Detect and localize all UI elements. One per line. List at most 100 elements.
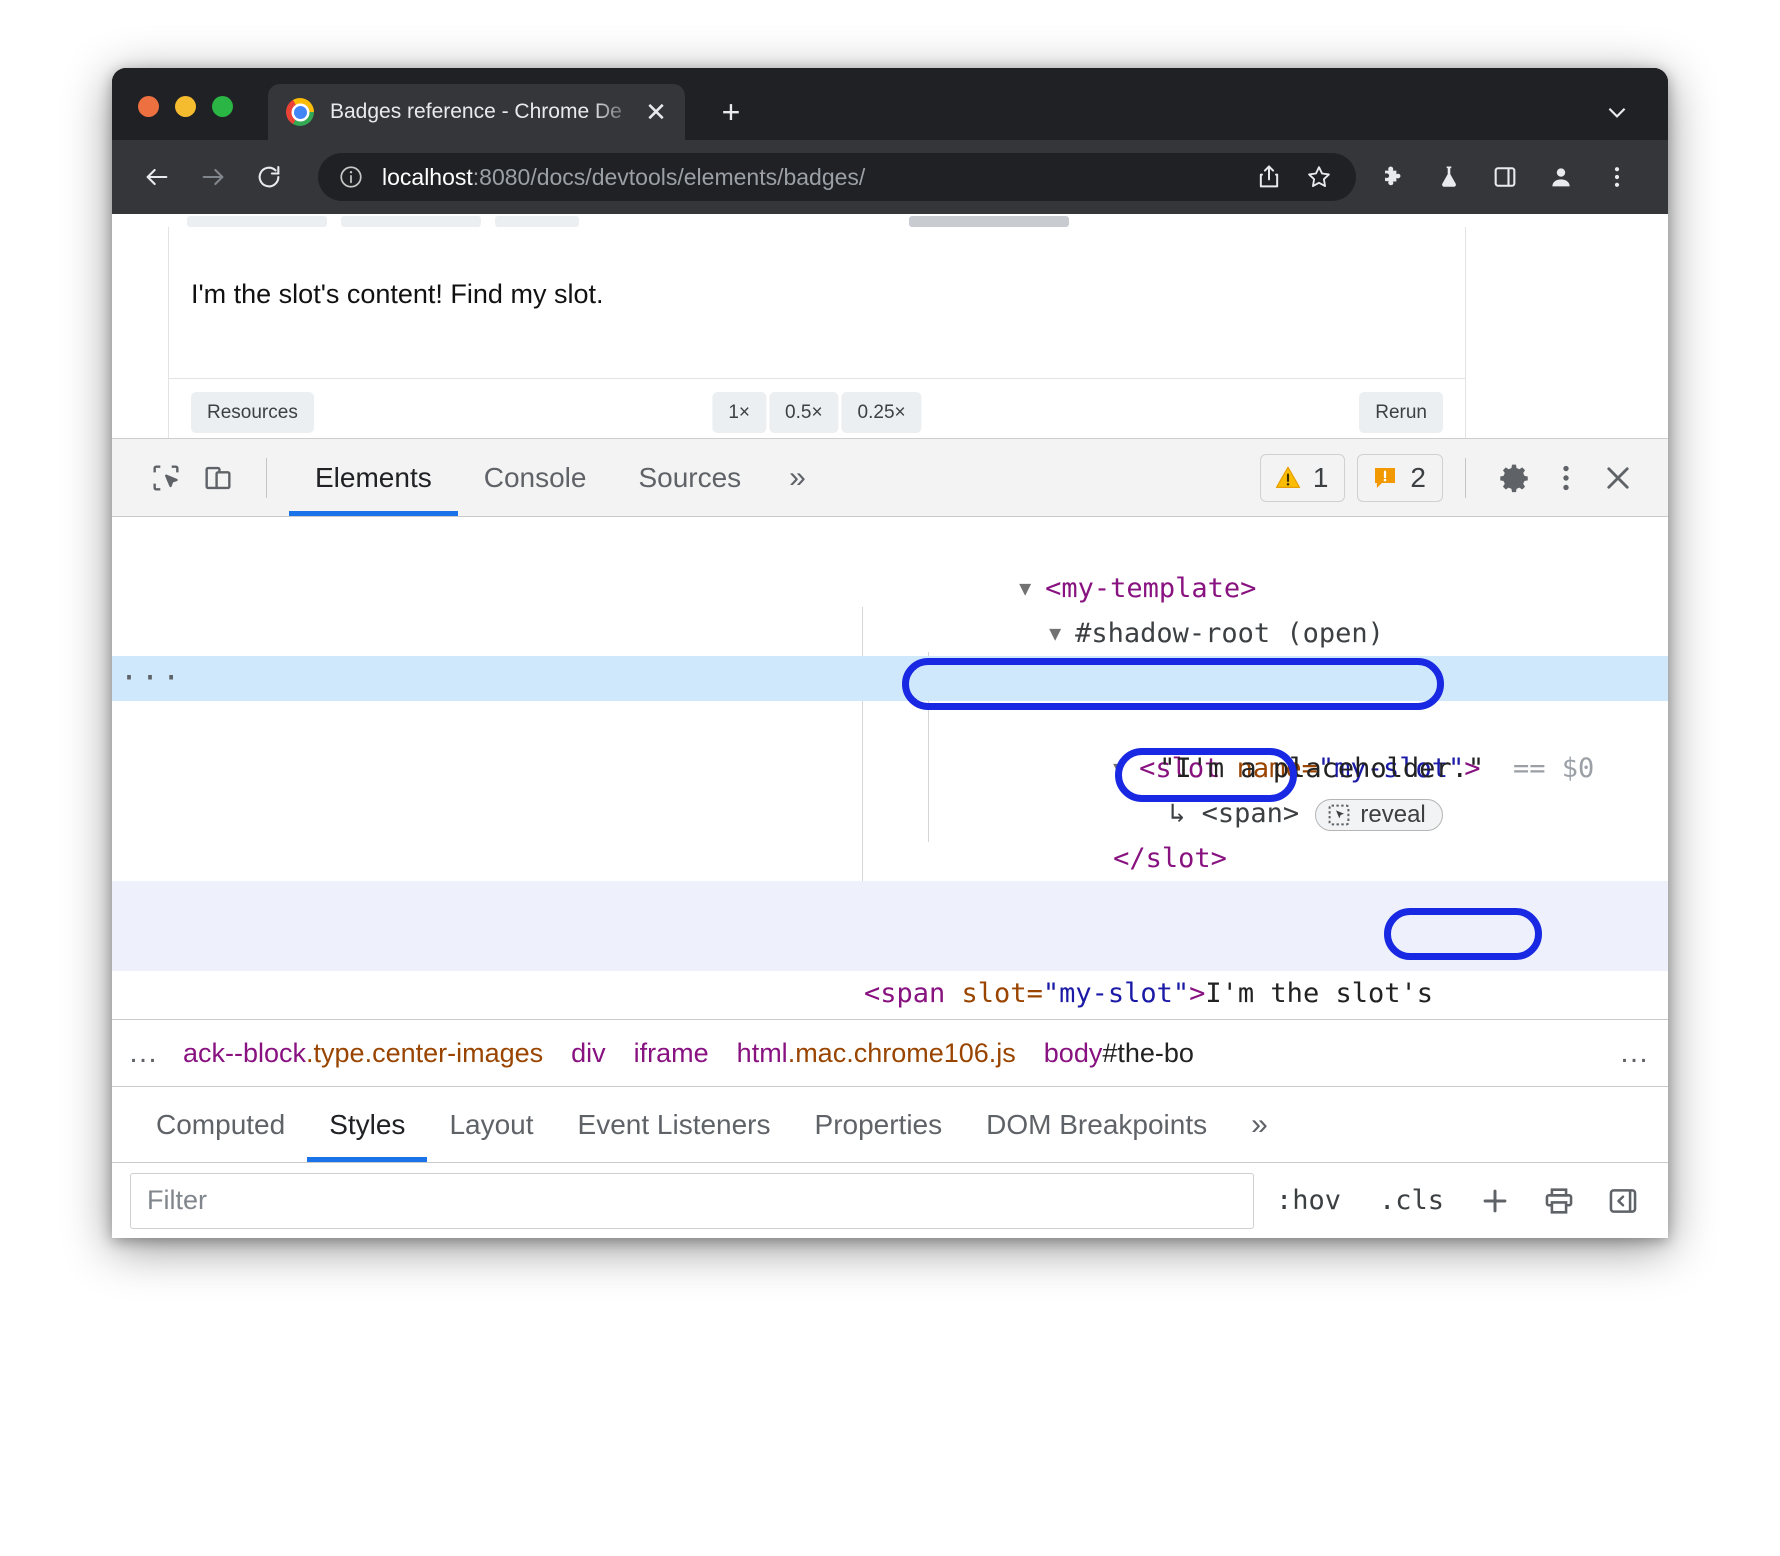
tab-event-listeners[interactable]: Event Listeners	[556, 1087, 793, 1162]
tab-dom-breakpoints[interactable]: DOM Breakpoints	[964, 1087, 1229, 1162]
tab-computed[interactable]: Computed	[134, 1087, 307, 1162]
resources-button[interactable]: Resources	[191, 392, 314, 433]
print-style-icon[interactable]	[1530, 1172, 1588, 1230]
inspect-element-icon[interactable]	[140, 452, 192, 504]
more-tabs-icon[interactable]: »	[767, 461, 828, 495]
rerun-button[interactable]: Rerun	[1359, 392, 1443, 433]
demo-embed: I'm the slot's content! Find my slot. Re…	[168, 227, 1466, 446]
close-icon[interactable]	[1592, 452, 1644, 504]
breadcrumb-right-ellipsis[interactable]: …	[1603, 1020, 1668, 1086]
stub-3	[495, 216, 579, 227]
breadcrumb: … ack--block.type.center-images div ifra…	[112, 1019, 1668, 1087]
breadcrumb-item-0[interactable]: ack--block.type.center-images	[169, 1038, 557, 1069]
kebab-menu-icon[interactable]	[1540, 452, 1592, 504]
warning-badge[interactable]: 1	[1260, 454, 1346, 502]
dom-row-shadow-root[interactable]: ▼#shadow-root (open)	[112, 566, 1668, 611]
breadcrumb-item-3[interactable]: html.mac.chrome106.js	[723, 1038, 1030, 1069]
tab-title: Badges reference - Chrome De	[330, 100, 641, 124]
url-path: :8080/docs/devtools/elements/badges/	[473, 164, 866, 190]
tab-elements[interactable]: Elements	[289, 439, 458, 516]
search-input[interactable]	[130, 1173, 1254, 1229]
omnibox-actions	[1248, 154, 1340, 200]
breadcrumb-classes-3: .mac.chrome106.js	[788, 1038, 1016, 1068]
kebab-menu-icon[interactable]	[1594, 154, 1640, 200]
share-icon[interactable]	[1248, 154, 1290, 200]
zoom-buttons: 1× 0.5× 0.25×	[712, 392, 921, 433]
address-bar[interactable]: localhost:8080/docs/devtools/elements/ba…	[318, 153, 1356, 201]
browser-toolbar: localhost:8080/docs/devtools/elements/ba…	[112, 140, 1668, 214]
close-icon[interactable]: ✕	[641, 97, 671, 127]
hov-button[interactable]: :hov	[1260, 1185, 1357, 1216]
breadcrumb-left-ellipsis[interactable]: …	[112, 1036, 177, 1070]
breadcrumb-item-2[interactable]: iframe	[620, 1038, 723, 1069]
demo-top-stubs	[169, 216, 1465, 227]
reload-icon[interactable]	[246, 154, 292, 200]
breadcrumb-item-1[interactable]: div	[557, 1038, 620, 1069]
tab-strip: Badges reference - Chrome De ✕ +	[112, 68, 1668, 140]
dom-row-slot-open[interactable]: ··· ▼<slot name="my-slot"> == $0	[112, 656, 1668, 701]
stub-2	[341, 216, 481, 227]
demo-output-frame: I'm the slot's content! Find my slot.	[169, 227, 1465, 379]
breadcrumb-name-3: html	[737, 1038, 788, 1068]
puzzle-piece-icon[interactable]	[1370, 154, 1416, 200]
tab-properties[interactable]: Properties	[793, 1087, 965, 1162]
flask-icon[interactable]	[1426, 154, 1472, 200]
breadcrumb-classes-0: .type.center-images	[306, 1038, 543, 1068]
issue-speech-bubble-icon	[1370, 463, 1400, 493]
window-controls	[138, 96, 233, 117]
tab-layout[interactable]: Layout	[427, 1087, 555, 1162]
device-toolbar-icon[interactable]	[192, 452, 244, 504]
zoom-025x-button[interactable]: 0.25×	[842, 392, 922, 433]
zoom-1x-button[interactable]: 1×	[712, 392, 766, 433]
stub-1	[187, 216, 327, 227]
issues-badge[interactable]: 2	[1357, 454, 1443, 502]
breadcrumb-name-4: body	[1044, 1038, 1103, 1068]
arrow-back-icon[interactable]	[134, 154, 180, 200]
collapse-sidebar-icon[interactable]	[1594, 1172, 1652, 1230]
star-icon[interactable]	[1298, 154, 1340, 200]
person-icon[interactable]	[1538, 154, 1584, 200]
stub-4	[909, 216, 1069, 227]
warning-count: 1	[1313, 462, 1329, 494]
breadcrumb-id-4: #the-bo	[1102, 1038, 1194, 1068]
side-panel-icon[interactable]	[1482, 154, 1528, 200]
browser-tab[interactable]: Badges reference - Chrome De ✕	[268, 84, 685, 140]
dom-row-p-close[interactable]: </p>	[112, 836, 1668, 881]
dom-row-my-template-close[interactable]: </my-template>	[112, 971, 1668, 1016]
dom-tree: ▼<my-template> ▼#shadow-root (open) ▼<p>…	[112, 517, 1668, 1019]
styles-sidebar-tabs: Computed Styles Layout Event Listeners P…	[112, 1087, 1668, 1163]
tab-styles[interactable]: Styles	[307, 1087, 427, 1162]
minimize-window-button[interactable]	[175, 96, 196, 117]
new-tab-button[interactable]: +	[712, 94, 750, 132]
url-text: localhost:8080/docs/devtools/elements/ba…	[382, 164, 1248, 191]
dom-row-p-open[interactable]: ▼<p>	[112, 611, 1668, 656]
arrow-forward-icon[interactable]	[190, 154, 236, 200]
breadcrumb-item-4[interactable]: body#the-bo	[1030, 1038, 1208, 1069]
url-host: localhost	[382, 164, 473, 190]
info-circle-icon[interactable]	[338, 164, 364, 190]
dom-row-slot-close[interactable]: </slot>	[112, 791, 1668, 836]
close-window-button[interactable]	[138, 96, 159, 117]
cls-button[interactable]: .cls	[1363, 1185, 1460, 1216]
gear-icon[interactable]	[1488, 452, 1540, 504]
issues-count: 2	[1410, 462, 1426, 494]
styles-filter-bar: :hov .cls	[112, 1163, 1668, 1238]
chrome-logo-icon	[286, 98, 314, 126]
devtools-tab-list: Elements Console Sources »	[289, 439, 828, 516]
dom-row-placeholder-text[interactable]: "I'm a placeholder."	[112, 701, 1668, 746]
tab-console[interactable]: Console	[458, 439, 613, 516]
chevron-down-icon[interactable]	[1600, 94, 1634, 128]
toolbar-right-actions	[1370, 154, 1650, 200]
more-sidebar-tabs-icon[interactable]: »	[1229, 1108, 1290, 1142]
plus-icon[interactable]	[1466, 1172, 1524, 1230]
demo-slot-text: I'm the slot's content! Find my slot.	[191, 279, 1465, 310]
devtools-panel: Elements Console Sources » 1	[112, 438, 1668, 1238]
breadcrumb-name-2: iframe	[634, 1038, 709, 1068]
dom-row-span-slot[interactable]: <span slot="my-slot">I'm the slot's cont…	[112, 881, 1668, 971]
row-overflow-ellipsis[interactable]: ···	[120, 656, 183, 701]
dom-row-my-template-open[interactable]: ▼<my-template>	[112, 521, 1668, 566]
dom-row-span-reveal[interactable]: ↳ <span> reveal	[112, 746, 1668, 791]
zoom-05x-button[interactable]: 0.5×	[769, 392, 839, 433]
maximize-window-button[interactable]	[212, 96, 233, 117]
tab-sources[interactable]: Sources	[612, 439, 767, 516]
